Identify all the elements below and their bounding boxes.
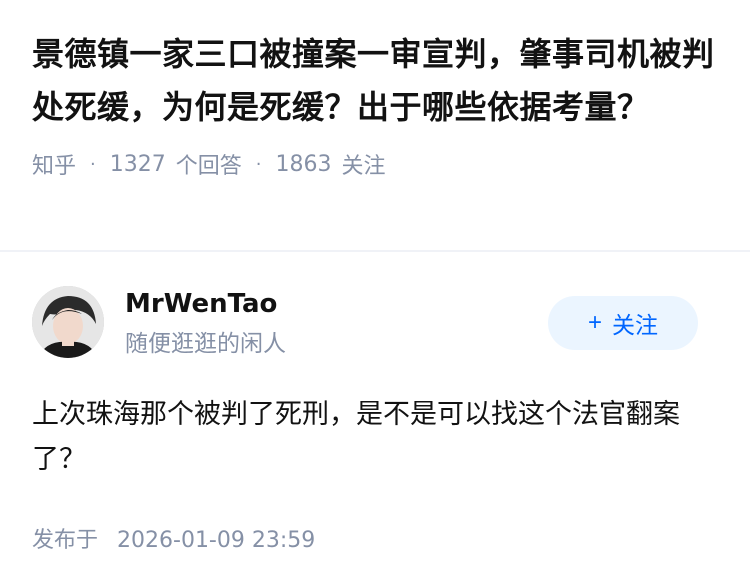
author-card: MrWenTao 随便逛逛的闲人 + 关注 (32, 286, 718, 358)
follow-button[interactable]: + 关注 (548, 296, 698, 350)
plus-icon: + (587, 309, 602, 336)
separator-dot: · (90, 153, 96, 175)
published-label: 发布于 (32, 528, 99, 553)
separator-dot: · (255, 153, 262, 175)
question-meta: 知乎 · 1327 个回答 · 1863 关注 (32, 148, 722, 180)
question-title[interactable]: 景德镇一家三口被撞案一审宣判，肇事司机被判处死缓，为何是死缓？出于哪些依据考量？ (32, 28, 722, 134)
follower-count: 1863 (275, 151, 332, 177)
published-time: 2026-01-09 23:59 (117, 528, 316, 553)
answer-count-label: 个回答 (175, 154, 242, 179)
avatar[interactable] (32, 286, 104, 358)
author-name[interactable]: MrWenTao (125, 286, 277, 322)
avatar-image (32, 286, 104, 358)
author-bio: 随便逛逛的闲人 (125, 331, 286, 357)
answer-count: 1327 (109, 151, 166, 177)
follower-count-label: 关注 (341, 154, 386, 179)
publish-info: 发布于 2026-01-09 23:59 (32, 522, 315, 554)
section-divider (0, 250, 750, 252)
source-label: 知乎 (32, 154, 77, 179)
question-header: 景德镇一家三口被撞案一审宣判，肇事司机被判处死缓，为何是死缓？出于哪些依据考量？… (32, 28, 722, 180)
answer-content: 上次珠海那个被判了死刑，是不是可以找这个法官翻案了？ (32, 399, 680, 475)
follow-button-label: 关注 (612, 312, 658, 338)
